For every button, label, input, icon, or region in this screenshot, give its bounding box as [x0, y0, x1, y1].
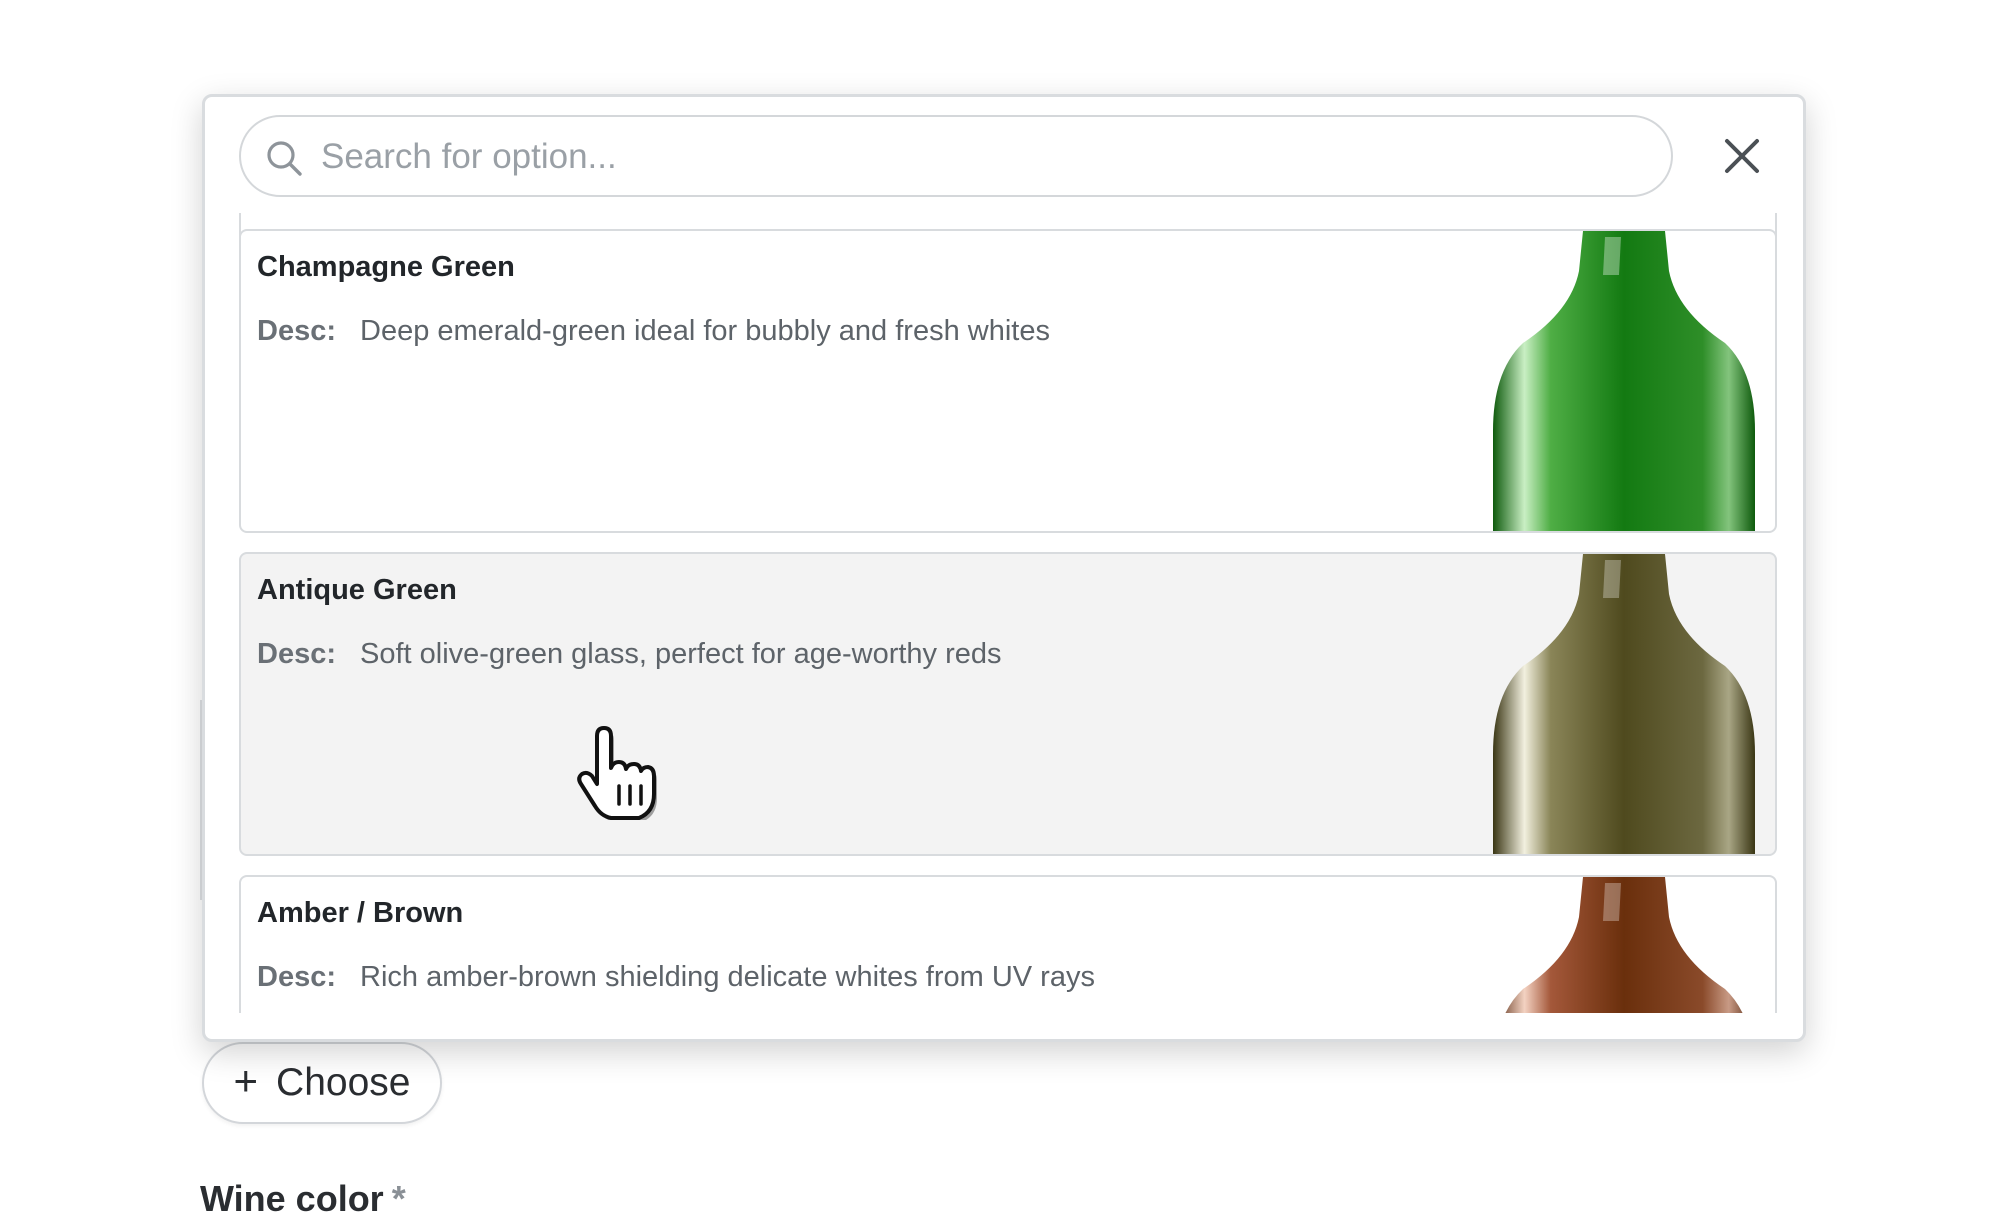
option-desc: Soft olive-green glass, perfect for age-…: [360, 638, 1002, 670]
option-desc: Deep emerald-green ideal for bubbly and …: [360, 315, 1050, 347]
wine-color-label: Wine color *: [200, 1178, 406, 1220]
option-picker-popup: Champagne Green Desc: Deep emerald-green …: [202, 94, 1806, 1042]
choose-button[interactable]: + Choose: [202, 1042, 442, 1124]
option-card-antique-green[interactable]: Antique Green Desc: Soft olive-green glas…: [239, 552, 1777, 856]
required-mark: *: [391, 1178, 406, 1219]
plus-icon: +: [233, 1057, 259, 1104]
desc-label: Desc:: [257, 315, 336, 347]
option-name: Antique Green: [257, 574, 457, 606]
option-desc-row: Desc: Deep emerald-green ideal for bubbly…: [257, 315, 1050, 348]
search-icon: [267, 141, 302, 176]
option-card-champagne-green[interactable]: Champagne Green Desc: Deep emerald-green …: [239, 229, 1777, 533]
close-icon[interactable]: [1717, 131, 1767, 181]
choose-button-label: Choose: [276, 1061, 411, 1104]
desc-label: Desc:: [257, 961, 336, 993]
desc-label: Desc:: [257, 638, 336, 670]
bottle-image: [1493, 554, 1755, 854]
option-desc-row: Desc: Soft olive-green glass, perfect for…: [257, 638, 1002, 671]
search-box[interactable]: [239, 115, 1673, 197]
search-input[interactable]: [319, 131, 1643, 183]
field-label-text: Wine color: [200, 1178, 384, 1219]
bottle-image: [1505, 877, 1743, 1013]
option-list[interactable]: Champagne Green Desc: Deep emerald-green …: [239, 213, 1777, 1013]
option-name: Amber / Brown: [257, 897, 464, 929]
option-desc: Rich amber-brown shielding delicate whit…: [360, 961, 1095, 993]
option-desc-row: Desc: Rich amber-brown shielding delicate…: [257, 961, 1095, 994]
option-card-amber-brown[interactable]: Amber / Brown Desc: Rich amber-brown shie…: [239, 875, 1777, 1013]
option-name: Champagne Green: [257, 251, 515, 283]
bottle-image: [1493, 231, 1755, 531]
